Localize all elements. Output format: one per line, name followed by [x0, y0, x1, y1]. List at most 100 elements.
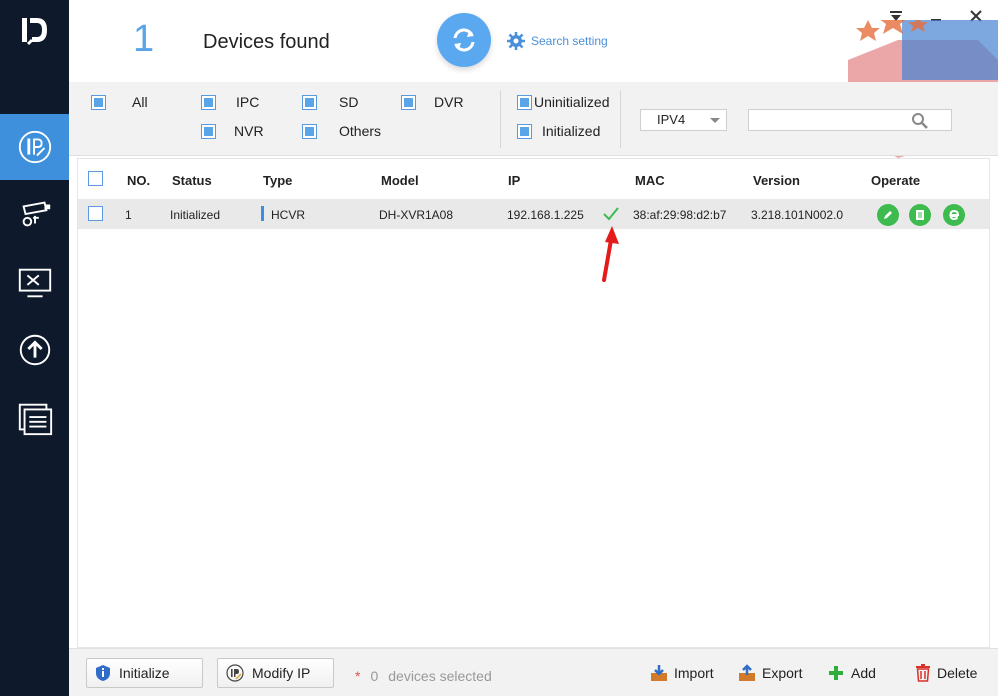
cell-mac: 38:af:29:98:d2:b7 — [633, 208, 727, 222]
app-window: 1 Devices found Search setting All IPC S… — [0, 0, 998, 696]
modify-ip-label: Modify IP — [252, 665, 311, 681]
export-button[interactable]: Export — [738, 664, 802, 682]
selected-label: devices selected — [388, 668, 492, 684]
col-mac[interactable]: MAC — [635, 173, 665, 188]
window-controls — [888, 8, 984, 24]
checkbox[interactable] — [91, 94, 106, 110]
checkbox[interactable] — [517, 94, 532, 110]
row-checkbox[interactable] — [88, 206, 103, 221]
table-header: NO. Status Type Model IP MAC Version Ope… — [78, 159, 989, 199]
cell-no: 1 — [125, 208, 132, 222]
col-status[interactable]: Status — [172, 173, 212, 188]
header: 1 Devices found Search setting — [69, 0, 998, 82]
ip-config-icon — [18, 130, 51, 164]
checkbox[interactable] — [517, 123, 532, 139]
devices-found-label: Devices found — [203, 31, 330, 53]
divider — [500, 90, 501, 148]
web-browser-button[interactable] — [943, 204, 965, 226]
device-table: NO. Status Type Model IP MAC Version Ope… — [77, 158, 990, 648]
export-icon — [739, 664, 755, 681]
nav-ip-config[interactable] — [0, 114, 69, 180]
add-label: Add — [851, 665, 876, 681]
device-count: 1 — [133, 18, 155, 60]
initialize-label: Initialize — [119, 665, 170, 681]
filter-uninitialized[interactable]: Uninitialized — [517, 94, 609, 110]
col-version[interactable]: Version — [753, 173, 800, 188]
selection-status: * 0 devices selected — [355, 668, 492, 684]
close-icon — [970, 10, 982, 22]
checkbox[interactable] — [401, 94, 416, 110]
plus-icon — [829, 666, 843, 680]
col-no[interactable]: NO. — [127, 173, 150, 188]
checkbox[interactable] — [201, 94, 216, 110]
cell-ip: 192.168.1.225 — [507, 208, 584, 222]
menu-dropdown-button[interactable] — [888, 8, 904, 24]
modify-ip-button[interactable]: Modify IP — [217, 658, 334, 688]
delete-button[interactable]: Delete — [915, 664, 977, 682]
edit-button[interactable] — [877, 204, 899, 226]
ip-version-value: IPV4 — [657, 112, 686, 127]
divider — [620, 90, 621, 148]
checkbox[interactable] — [302, 123, 317, 139]
tools-monitor-icon — [18, 268, 51, 298]
col-type[interactable]: Type — [263, 173, 292, 188]
filter-sd[interactable]: SD — [302, 94, 358, 110]
col-operate: Operate — [871, 173, 921, 188]
minimize-icon — [931, 19, 941, 21]
app-logo — [18, 14, 52, 48]
nav-device-config[interactable] — [0, 181, 69, 247]
shield-info-icon — [96, 665, 110, 681]
list-window-icon — [18, 403, 52, 436]
details-button[interactable] — [909, 204, 931, 226]
nav-device-list[interactable] — [0, 385, 69, 451]
asterisk-icon: * — [355, 668, 361, 684]
refresh-button[interactable] — [437, 13, 491, 67]
cell-model: DH-XVR1A08 — [379, 208, 454, 222]
initialize-button[interactable]: Initialize — [86, 658, 203, 688]
search-setting-link[interactable]: Search setting — [507, 32, 608, 50]
delete-label: Delete — [937, 665, 978, 681]
add-button[interactable]: Add — [827, 664, 876, 682]
checkbox[interactable] — [302, 94, 317, 110]
sidebar — [0, 0, 69, 696]
select-all-checkbox[interactable] — [88, 171, 103, 186]
chevron-down-icon — [710, 118, 720, 123]
filter-dvr[interactable]: DVR — [401, 94, 464, 110]
table-row[interactable]: 1 Initialized HCVR DH-XVR1A08 192.168.1.… — [78, 199, 989, 229]
nav-upgrade[interactable] — [0, 317, 69, 383]
search-setting-label: Search setting — [531, 34, 608, 48]
type-indicator — [261, 206, 264, 221]
filter-others[interactable]: Others — [302, 123, 381, 139]
refresh-icon — [453, 28, 475, 52]
selected-count: 0 — [370, 668, 379, 684]
logo-icon — [22, 18, 47, 46]
cell-type: HCVR — [271, 208, 306, 222]
ip-version-select[interactable]: IPV4 — [640, 109, 727, 131]
checkbox[interactable] — [201, 123, 216, 139]
trash-icon — [916, 664, 930, 682]
col-ip[interactable]: IP — [508, 173, 520, 188]
filter-nvr[interactable]: NVR — [201, 123, 264, 139]
filter-ipc[interactable]: IPC — [201, 94, 259, 110]
close-button[interactable] — [968, 8, 984, 24]
minimize-button[interactable] — [928, 8, 944, 24]
filter-all[interactable]: All — [91, 94, 148, 110]
upgrade-icon — [19, 334, 50, 366]
ip-valid-check-icon — [603, 207, 619, 221]
import-icon — [651, 665, 667, 681]
filter-bar: All IPC SD DVR NVR Others Uninitialized … — [69, 82, 998, 156]
modify-ip-icon — [226, 664, 244, 682]
document-icon — [916, 210, 924, 220]
gear-icon — [507, 32, 525, 50]
camera-settings-icon — [21, 201, 50, 227]
dropdown-menu-icon — [890, 11, 902, 21]
browser-e-icon — [949, 209, 960, 221]
pencil-icon — [884, 211, 892, 219]
col-model[interactable]: Model — [381, 173, 419, 188]
search-icon[interactable] — [911, 112, 929, 130]
import-label: Import — [674, 665, 714, 681]
nav-system-settings[interactable] — [0, 250, 69, 316]
filter-initialized[interactable]: Initialized — [517, 123, 600, 139]
bottom-toolbar: Initialize Modify IP * 0 devices selecte… — [69, 648, 998, 696]
import-button[interactable]: Import — [650, 664, 714, 682]
